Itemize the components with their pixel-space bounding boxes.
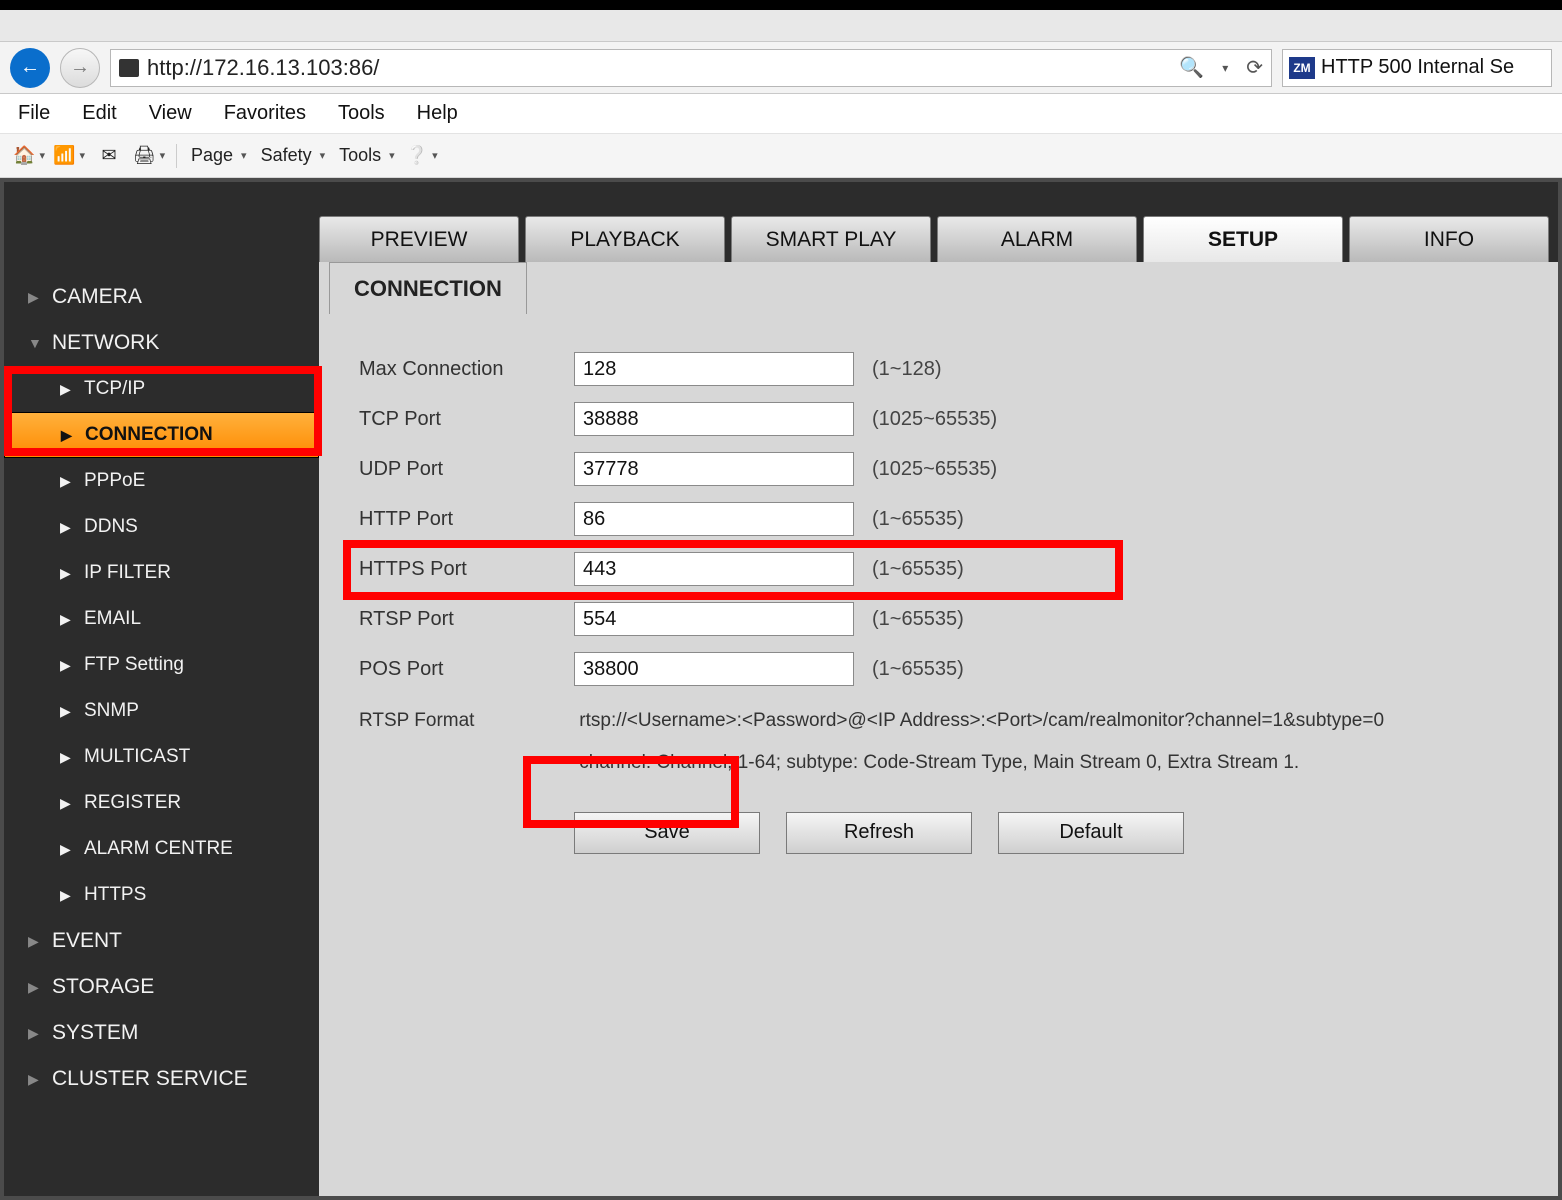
label-pos-port: POS Port — [359, 658, 574, 681]
sidebar-item-register[interactable]: REGISTER — [4, 780, 319, 826]
sidebar-item-pppoe[interactable]: PPPoE — [4, 458, 319, 504]
input-pos-port[interactable] — [574, 652, 854, 686]
menu-file[interactable]: File — [18, 102, 50, 125]
sidebar-item-event[interactable]: EVENT — [4, 918, 319, 964]
menu-tools[interactable]: Tools — [338, 102, 385, 125]
zm-favicon-icon: ZM — [1289, 57, 1315, 79]
address-bar[interactable]: http://172.16.13.103:86/ 🔍 ▾ ⟳ — [110, 49, 1272, 87]
row-udp-port: UDP Port (1025~65535) — [359, 444, 1518, 494]
refresh-icon[interactable]: ⟳ — [1246, 55, 1263, 80]
label-rtsp-format: RTSP Format — [359, 700, 574, 742]
panel-tab-connection[interactable]: CONNECTION — [329, 262, 527, 314]
hint-rtsp-port: (1~65535) — [872, 608, 964, 631]
sidebar-item-ftp[interactable]: FTP Setting — [4, 642, 319, 688]
toolbar-safety[interactable]: Safety — [261, 145, 326, 166]
save-button[interactable]: Save — [574, 812, 760, 854]
hint-http-port: (1~65535) — [872, 508, 964, 531]
hint-https-port: (1~65535) — [872, 558, 964, 581]
label-tcp-port: TCP Port — [359, 408, 574, 431]
row-pos-port: POS Port (1~65535) — [359, 644, 1518, 694]
browser-menu-bar: File Edit View Favorites Tools Help — [0, 94, 1562, 134]
refresh-button[interactable]: Refresh — [786, 812, 972, 854]
toolbar-page[interactable]: Page — [191, 145, 247, 166]
site-favicon-icon — [119, 59, 139, 77]
input-http-port[interactable] — [574, 502, 854, 536]
input-rtsp-port[interactable] — [574, 602, 854, 636]
sidebar-item-system[interactable]: SYSTEM — [4, 1010, 319, 1056]
arrow-left-icon: ← — [20, 56, 40, 79]
window-title-strip — [0, 0, 1562, 10]
app-frame: PREVIEW PLAYBACK SMART PLAY ALARM SETUP … — [0, 178, 1562, 1200]
secondary-tab[interactable]: ZM HTTP 500 Internal Se — [1282, 49, 1552, 87]
sidebar-item-ipfilter[interactable]: IP FILTER — [4, 550, 319, 596]
label-http-port: HTTP Port — [359, 508, 574, 531]
button-row: Save Refresh Default — [574, 812, 1518, 854]
tab-setup[interactable]: SETUP — [1143, 216, 1343, 262]
tab-alarm[interactable]: ALARM — [937, 216, 1137, 262]
hint-udp-port: (1025~65535) — [872, 458, 997, 481]
input-udp-port[interactable] — [574, 452, 854, 486]
sidebar-item-snmp[interactable]: SNMP — [4, 688, 319, 734]
row-http-port: HTTP Port (1~65535) — [359, 494, 1518, 544]
help-icon[interactable]: ❔ — [409, 143, 435, 169]
label-rtsp-port: RTSP Port — [359, 608, 574, 631]
row-rtsp-port: RTSP Port (1~65535) — [359, 594, 1518, 644]
tab-info[interactable]: INFO — [1349, 216, 1549, 262]
menu-edit[interactable]: Edit — [82, 102, 116, 125]
hint-max-connection: (1~128) — [872, 358, 942, 381]
sidebar-item-multicast[interactable]: MULTICAST — [4, 734, 319, 780]
row-tcp-port: TCP Port (1025~65535) — [359, 394, 1518, 444]
browser-nav-bar: ← → http://172.16.13.103:86/ 🔍 ▾ ⟳ ZM HT… — [0, 42, 1562, 94]
sidebar-item-storage[interactable]: STORAGE — [4, 964, 319, 1010]
sidebar-item-alarmcentre[interactable]: ALARM CENTRE — [4, 826, 319, 872]
toolbar-separator — [176, 144, 177, 168]
label-max-connection: Max Connection — [359, 358, 574, 381]
tab-playback[interactable]: PLAYBACK — [525, 216, 725, 262]
label-udp-port: UDP Port — [359, 458, 574, 481]
menu-favorites[interactable]: Favorites — [224, 102, 306, 125]
rtsp-format-block: RTSP Format rtsp://<Username>:<Password>… — [359, 700, 1518, 784]
sidebar-item-tcpip[interactable]: TCP/IP — [4, 366, 319, 412]
tab-preview[interactable]: PREVIEW — [319, 216, 519, 262]
row-https-port: HTTPS Port (1~65535) — [359, 544, 1518, 594]
default-button[interactable]: Default — [998, 812, 1184, 854]
input-https-port[interactable] — [574, 552, 854, 586]
rtsp-format-line1: rtsp://<Username>:<Password>@<IP Address… — [579, 710, 1384, 731]
app-tabbar: PREVIEW PLAYBACK SMART PLAY ALARM SETUP … — [4, 182, 1558, 262]
row-max-connection: Max Connection (1~128) — [359, 344, 1518, 394]
hint-pos-port: (1~65535) — [872, 658, 964, 681]
dropdown-icon[interactable]: ▾ — [1222, 61, 1228, 75]
home-icon[interactable]: 🏠 — [16, 143, 42, 169]
content-panel: CONNECTION Max Connection (1~128) TCP Po… — [319, 262, 1558, 1196]
address-url: http://172.16.13.103:86/ — [147, 55, 1171, 81]
menu-view[interactable]: View — [149, 102, 192, 125]
forward-button[interactable]: → — [60, 48, 100, 88]
menu-help[interactable]: Help — [417, 102, 458, 125]
hint-tcp-port: (1025~65535) — [872, 408, 997, 431]
sidebar-item-network[interactable]: NETWORK — [4, 320, 319, 366]
arrow-right-icon: → — [70, 56, 90, 79]
sidebar-item-ddns[interactable]: DDNS — [4, 504, 319, 550]
sidebar-item-connection[interactable]: CONNECTION — [4, 412, 319, 458]
sidebar: CAMERA NETWORK TCP/IP CONNECTION PPPoE D… — [4, 262, 319, 1196]
browser-toolbar: 🏠 📶 ✉ 🖨 Page Safety Tools ❔ — [0, 134, 1562, 178]
sidebar-item-https[interactable]: HTTPS — [4, 872, 319, 918]
mail-icon[interactable]: ✉ — [96, 143, 122, 169]
input-max-connection[interactable] — [574, 352, 854, 386]
print-icon[interactable]: 🖨 — [136, 143, 162, 169]
secondary-tab-title: HTTP 500 Internal Se — [1321, 56, 1514, 79]
feeds-icon[interactable]: 📶 — [56, 143, 82, 169]
label-https-port: HTTPS Port — [359, 558, 574, 581]
back-button[interactable]: ← — [10, 48, 50, 88]
rtsp-format-line2: channel: Channel, 1-64; subtype: Code-St… — [579, 752, 1299, 773]
browser-tab-strip — [0, 10, 1562, 42]
sidebar-item-camera[interactable]: CAMERA — [4, 274, 319, 320]
sidebar-item-email[interactable]: EMAIL — [4, 596, 319, 642]
toolbar-tools[interactable]: Tools — [339, 145, 395, 166]
search-icon[interactable]: 🔍 — [1179, 55, 1204, 80]
input-tcp-port[interactable] — [574, 402, 854, 436]
tab-smartplay[interactable]: SMART PLAY — [731, 216, 931, 262]
sidebar-item-cluster[interactable]: CLUSTER SERVICE — [4, 1056, 319, 1102]
